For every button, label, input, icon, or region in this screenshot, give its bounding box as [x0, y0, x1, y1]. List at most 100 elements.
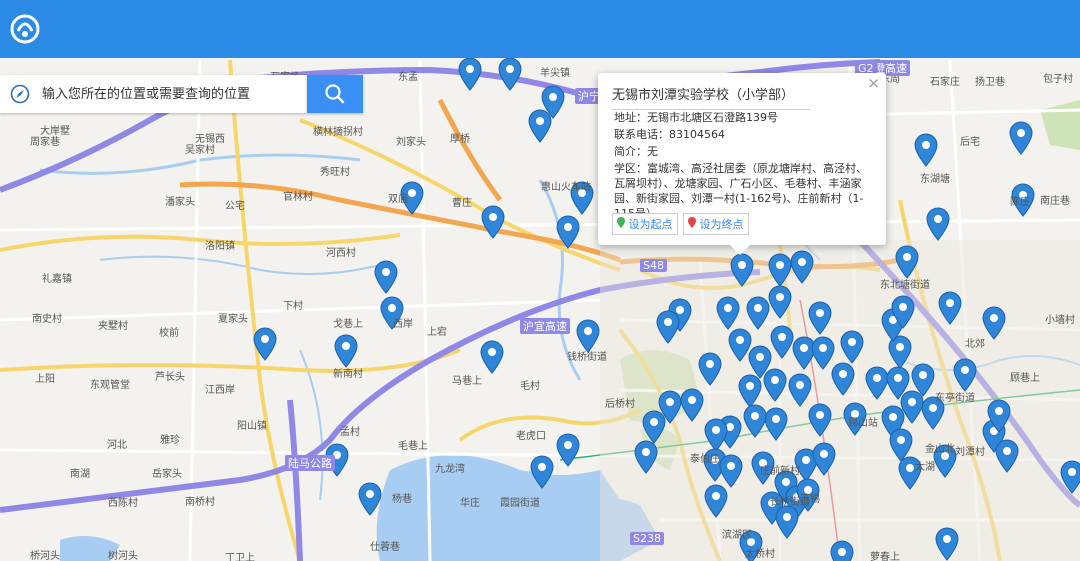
map-label: 东湖塘 [920, 174, 950, 185]
popup-title: 无锡市刘潭实验学校（小学部） [612, 84, 810, 110]
map-label: 刘家头 [396, 137, 426, 148]
map-label: 东北塘街道 [880, 280, 930, 291]
map-label: 钱桥街道 [567, 352, 607, 363]
map-label: 羊尖镇 [540, 68, 570, 79]
map-label: 后宅 [960, 137, 980, 148]
map-label: 岳家头 [152, 469, 182, 480]
road-label: S48 [640, 259, 667, 272]
search-input[interactable] [36, 75, 304, 113]
end-pin-icon [688, 217, 696, 228]
map-label: 滨湖区 [722, 530, 752, 541]
map-label: 华庄 [460, 498, 480, 509]
map-label: 马巷上 [452, 376, 482, 387]
map-label: 吴家村 [185, 145, 215, 156]
map-label: 老虎口 [516, 431, 546, 442]
map-label: 公宅 [225, 201, 245, 212]
popup-intro: 简介：无 [614, 145, 658, 158]
map-label: 礼嘉镇 [42, 274, 72, 285]
map-label: 官林村 [283, 192, 313, 203]
map-label: 包子村 [1043, 74, 1073, 85]
map-label: 雅珍 [160, 435, 180, 446]
map-label: 扬卫巷 [975, 77, 1005, 88]
map-label: 小墙村 [1045, 315, 1075, 326]
map-label: 东亭街道 [935, 393, 975, 404]
set-start-label: 设为起点 [628, 218, 673, 231]
search-icon [325, 84, 345, 104]
map-label: 孟村 [340, 427, 360, 438]
map-label: 丁卫上 [225, 553, 255, 561]
map-label: 顾巷上 [1010, 373, 1040, 384]
popup-actions: 设为起点 设为终点 [612, 213, 751, 235]
map-label: 仕蓉巷 [370, 542, 400, 553]
set-end-label: 设为终点 [699, 218, 744, 231]
map-label: 横林摘拐村 [313, 127, 363, 138]
map-label: 南湖 [70, 469, 90, 480]
map-label: 东孟 [398, 72, 418, 83]
map-label: 下村 [283, 301, 303, 312]
map-label: 北郊 [965, 339, 985, 350]
map-label: 东观管堂 [90, 380, 130, 391]
app-header [0, 0, 1080, 58]
map-label: 后桥村 [605, 399, 635, 410]
map-label: 杨巷 [392, 494, 412, 505]
search-button[interactable] [307, 75, 363, 113]
map-label: 江西岸 [205, 385, 235, 396]
map-label: 惠山火车站 [541, 182, 591, 193]
road-label: S238 [630, 532, 664, 545]
map-label: 南桥村 [185, 497, 215, 508]
map-label: 九龙湾 [435, 464, 465, 475]
map-label: 河西村 [326, 248, 356, 259]
map-label: 夹墅村 [98, 321, 128, 332]
map-label: 上阳 [35, 374, 55, 385]
map-label: 秀旺村 [320, 167, 350, 178]
set-end-button[interactable]: 设为终点 [683, 213, 749, 235]
map-label: 长桥街道 [770, 497, 810, 508]
map-label: 泰伯庄 [690, 454, 720, 465]
school-info-popup: × 无锡市刘潭实验学校（小学部） 地址：无锡市北塘区石澄路139号 联系电话：8… [598, 73, 886, 255]
map-label: 霞园街道 [500, 498, 540, 509]
map-label: 毛村 [520, 381, 540, 392]
map-label: 毛巷上 [398, 441, 428, 452]
map-label: 夏家头 [218, 314, 248, 325]
map-label: 戈巷上 [333, 319, 363, 330]
compass-icon[interactable] [10, 84, 30, 104]
map-label: 洛阳镇 [205, 241, 235, 252]
map-label: 芦长头 [155, 372, 185, 383]
road-label: 陆马公路 [285, 455, 335, 471]
map-label: 河北 [107, 440, 127, 451]
map-label: 新南村 [333, 369, 363, 380]
map-label: 陈庄 [1010, 197, 1030, 208]
map-label: 南庄巷 [1040, 196, 1070, 207]
map-label: 南史村 [32, 314, 62, 325]
map-canvas[interactable]: 石家场东孟羊尖镇无锡西横林摘拐村刘家头大岸墅周家巷厚桥吴家村官林村秀旺村双庙曹庄… [0, 58, 1080, 561]
map-label: 上宕 [427, 327, 447, 338]
popup-body: 地址：无锡市北塘区石澄路139号 联系电话：83104564 简介：无 学区：富… [614, 110, 876, 223]
popup-phone: 联系电话：83104564 [614, 128, 725, 141]
map-label: 双庙 [388, 194, 408, 205]
road-label: 沪宜高速 [520, 318, 570, 334]
map-label: 阳山镇 [237, 421, 267, 432]
school-marker[interactable] [830, 540, 854, 561]
map-label: 太桥村 [745, 549, 775, 560]
map-label: 金山北 [925, 444, 955, 455]
search-bar [0, 75, 307, 113]
map-label: 树河头 [108, 551, 138, 561]
map-label: 萝春上 [870, 552, 900, 561]
map-label: 锡山站 [848, 418, 878, 429]
map-label: 曹庄 [452, 198, 472, 209]
map-label: 潘家头 [165, 197, 195, 208]
map-label: 西岸 [393, 319, 413, 330]
map-label: 厚桥 [450, 134, 470, 145]
map-label: 周家巷 [30, 137, 60, 148]
map-label: 石家庄 [930, 77, 960, 88]
map-label: 桥河头 [30, 551, 60, 561]
map-label: 西陈村 [108, 498, 138, 509]
popup-district: 学区：富城湾、高泾社居委（原龙塘岸村、高泾村、瓦屑坝村）、龙塘家园、广石小区、毛… [614, 162, 867, 220]
set-start-button[interactable]: 设为起点 [612, 213, 678, 235]
map-label: 庄前新村 [760, 466, 800, 477]
logo-icon [10, 14, 40, 44]
close-icon[interactable]: × [867, 74, 880, 92]
map-label: 刘潭村 [955, 447, 985, 458]
start-pin-icon [617, 217, 625, 228]
popup-address: 地址：无锡市北塘区石澄路139号 [614, 111, 778, 124]
